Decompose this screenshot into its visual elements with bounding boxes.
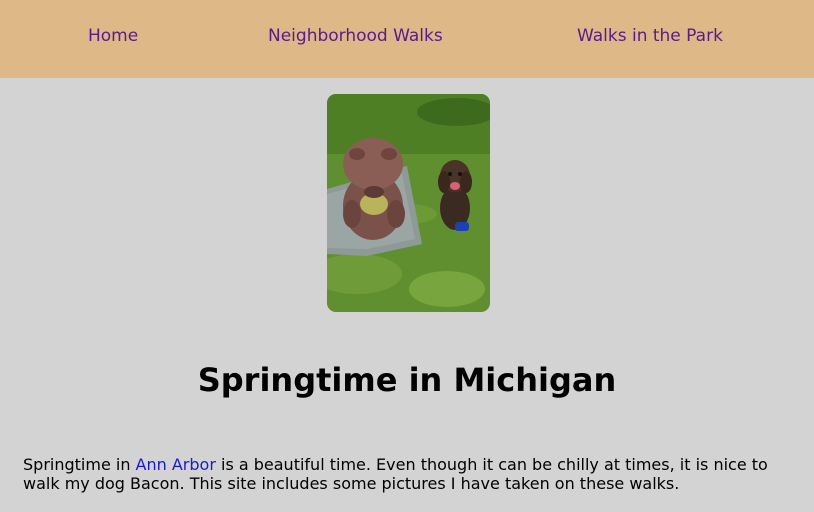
intro-text-start: Springtime in (23, 455, 136, 474)
beaver-statue (343, 138, 405, 240)
hero-photo (327, 94, 490, 312)
nav-link-walks-in-the-park[interactable]: Walks in the Park (577, 25, 723, 47)
nav-link-home[interactable]: Home (88, 25, 138, 47)
ann-arbor-link[interactable]: Ann Arbor (136, 455, 216, 474)
navbar: Home Neighborhood Walks Walks in the Par… (0, 0, 814, 78)
dog-bacon (438, 160, 472, 231)
intro-paragraph: Springtime in Ann Arbor is a beautiful t… (23, 455, 793, 493)
nav-link-neighborhood-walks[interactable]: Neighborhood Walks (268, 25, 443, 47)
page-title: Springtime in Michigan (197, 361, 617, 399)
